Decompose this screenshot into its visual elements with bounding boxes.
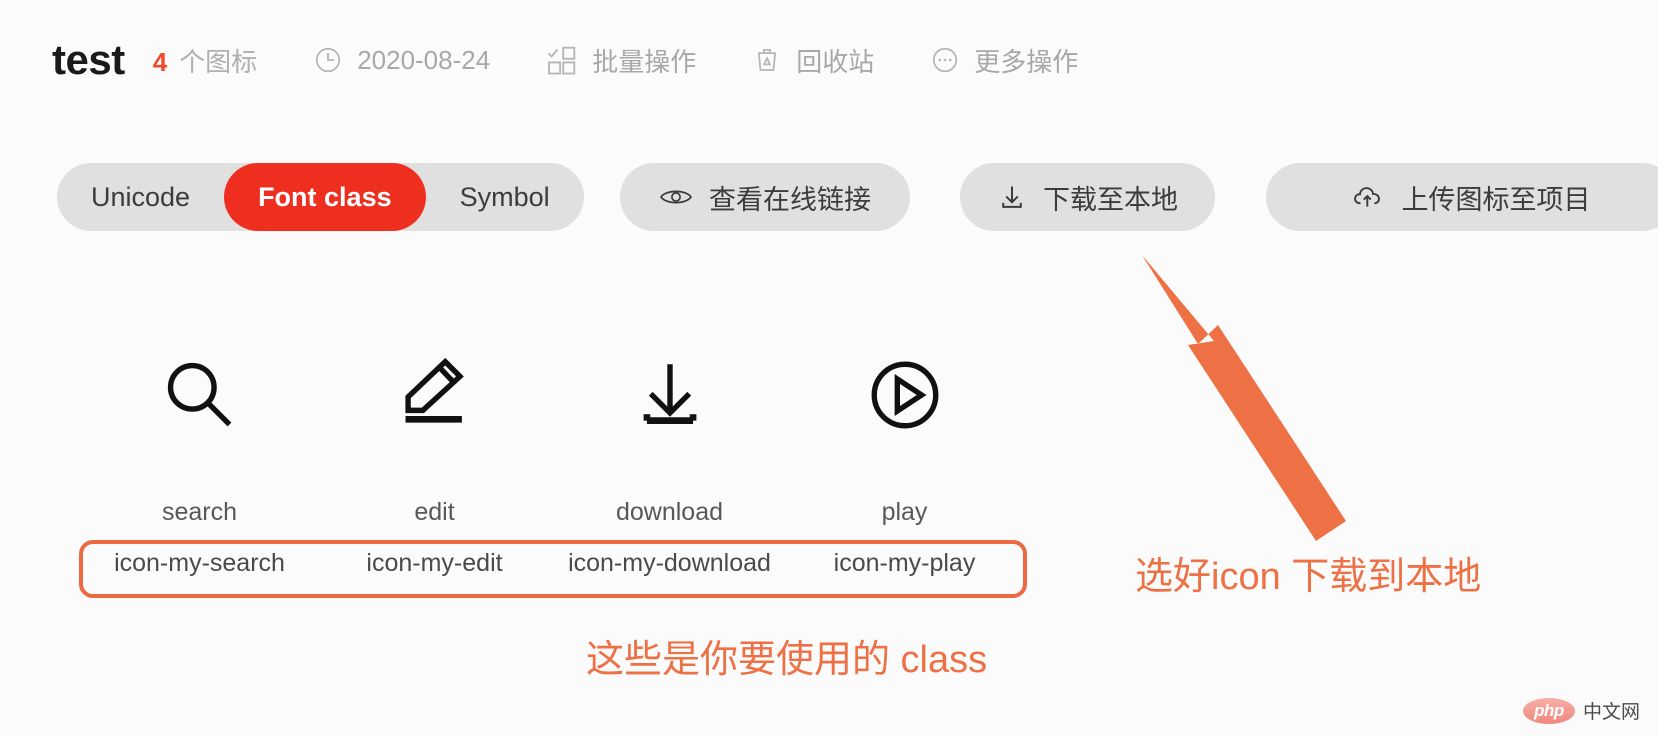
cloud-upload-icon: [1352, 183, 1386, 211]
header-recycle-bin-label: 回收站: [796, 46, 875, 77]
download-pointer-arrow: [1142, 255, 1346, 541]
pencil-icon: [394, 340, 476, 450]
watermark-badge: php: [1522, 697, 1575, 724]
ellipsis-circle-icon: [930, 45, 960, 75]
format-tab-group: Unicode Font class Symbol: [57, 163, 584, 231]
page-title: test: [52, 36, 125, 83]
download-local-button[interactable]: 下载至本地: [960, 163, 1215, 231]
watermark-text: 中文网: [1582, 702, 1640, 723]
icon-name-label: edit: [414, 498, 455, 526]
icon-cell-play[interactable]: play icon-my-play: [787, 340, 1022, 578]
icon-name-label: search: [161, 498, 238, 526]
icon-class-label: icon-my-search: [114, 549, 285, 577]
header-recycle-bin[interactable]: 回收站: [752, 42, 874, 79]
play-circle-icon: [864, 340, 946, 450]
tab-unicode-label: Unicode: [91, 181, 191, 212]
upload-icons-label: 上传图标至项目: [1401, 184, 1591, 215]
page-header: test 4 个图标 2020-08-24 批量操作 回收站 更多操作: [0, 0, 1658, 120]
header-more-actions[interactable]: 更多操作: [930, 42, 1078, 79]
header-date-label: 2020-08-24: [357, 44, 491, 75]
clock-icon: [313, 45, 343, 75]
magnifier-icon: [159, 340, 241, 450]
icon-count-value: 4: [152, 46, 168, 77]
icon-class-label: icon-my-download: [568, 549, 771, 577]
annotation-download-note: 选好icon 下载到本地: [1135, 556, 1482, 598]
header-batch-action[interactable]: 批量操作: [546, 42, 696, 79]
annotation-class-note: 这些是你要使用的 class: [586, 639, 988, 681]
tab-unicode[interactable]: Unicode: [57, 163, 224, 231]
view-online-link-label: 查看在线链接: [709, 184, 871, 215]
icon-name-label: play: [881, 498, 928, 526]
icon-count-unit: 个图标: [179, 46, 258, 77]
download-arrow-icon: [629, 340, 711, 450]
watermark: php 中文网: [1522, 697, 1640, 724]
page-root: test 4 个图标 2020-08-24 批量操作 回收站 更多操作 Unic…: [0, 0, 1658, 736]
toolbar: Unicode Font class Symbol 查看在线链接 下载至本地 上…: [0, 155, 1658, 245]
tab-symbol[interactable]: Symbol: [426, 163, 584, 231]
icon-name-label: download: [615, 498, 724, 526]
download-icon: [997, 183, 1027, 211]
tab-symbol-label: Symbol: [459, 181, 550, 212]
icon-class-label: icon-my-edit: [366, 549, 503, 577]
header-date: 2020-08-24: [313, 45, 490, 76]
header-more-actions-label: 更多操作: [974, 46, 1079, 77]
batch-select-icon: [546, 44, 578, 76]
tab-font-class[interactable]: Font class: [224, 163, 426, 231]
trash-icon: [752, 45, 782, 75]
icon-grid: search icon-my-search edit icon-my-edit: [82, 340, 1022, 578]
icon-count-group: 4 个图标: [153, 42, 257, 79]
icon-class-label: icon-my-play: [833, 549, 976, 577]
eye-icon: [659, 184, 693, 210]
icon-cell-edit[interactable]: edit icon-my-edit: [317, 340, 552, 578]
download-local-label: 下载至本地: [1043, 184, 1178, 215]
view-online-link-button[interactable]: 查看在线链接: [620, 163, 910, 231]
upload-icons-button[interactable]: 上传图标至项目: [1266, 163, 1658, 231]
header-batch-action-label: 批量操作: [592, 46, 697, 77]
icon-cell-download[interactable]: download icon-my-download: [552, 340, 787, 578]
tab-font-class-label: Font class: [258, 181, 392, 212]
icon-cell-search[interactable]: search icon-my-search: [82, 340, 317, 578]
